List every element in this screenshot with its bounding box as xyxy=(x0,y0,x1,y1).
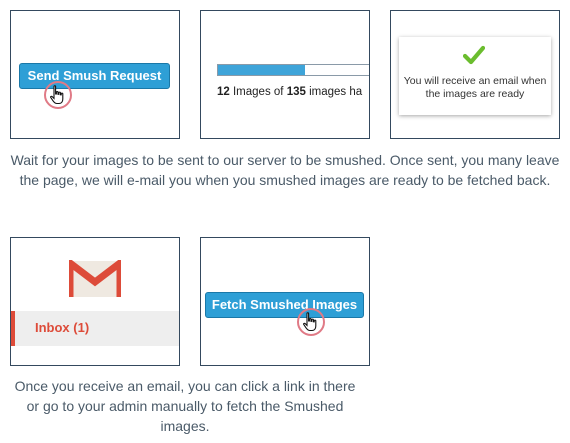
progress-bar xyxy=(217,64,369,76)
gmail-panel: Inbox (1) xyxy=(10,237,180,366)
click-indicator xyxy=(44,81,72,109)
inbox-accent xyxy=(11,311,15,346)
checkmark-icon xyxy=(463,45,485,65)
inbox-item[interactable]: Inbox (1) xyxy=(11,311,179,346)
progress-text-end: images ha xyxy=(305,86,363,98)
progress-panel: 12 Images of 135 images ha xyxy=(200,10,370,139)
hand-pointer-icon xyxy=(50,85,64,105)
progress-text: 12 Images of 135 images ha xyxy=(217,86,362,98)
caption-second: Once you receive an email, you can click… xyxy=(14,378,356,434)
email-notice-message: You will receive an email when the image… xyxy=(403,75,547,100)
progress-text-mid: Images of xyxy=(229,86,287,98)
send-smush-request-button[interactable]: Send Smush Request xyxy=(19,63,170,89)
processed-count: 12 xyxy=(217,86,230,98)
total-count: 135 xyxy=(286,86,306,98)
caption-first: Wait for your images to be sent to our s… xyxy=(10,152,560,188)
fetch-panel: Fetch Smushed Images xyxy=(200,237,370,366)
gmail-icon xyxy=(69,260,121,297)
inbox-label: Inbox (1) xyxy=(35,320,90,335)
send-request-panel: Send Smush Request xyxy=(10,10,180,139)
notice-panel: You will receive an email when the image… xyxy=(390,10,560,139)
progress-bar-fill xyxy=(218,65,305,75)
hand-pointer-icon xyxy=(303,312,317,332)
click-indicator xyxy=(297,308,325,336)
email-notice-card: You will receive an email when the image… xyxy=(399,37,551,115)
fetch-smushed-images-button[interactable]: Fetch Smushed Images xyxy=(205,292,364,318)
